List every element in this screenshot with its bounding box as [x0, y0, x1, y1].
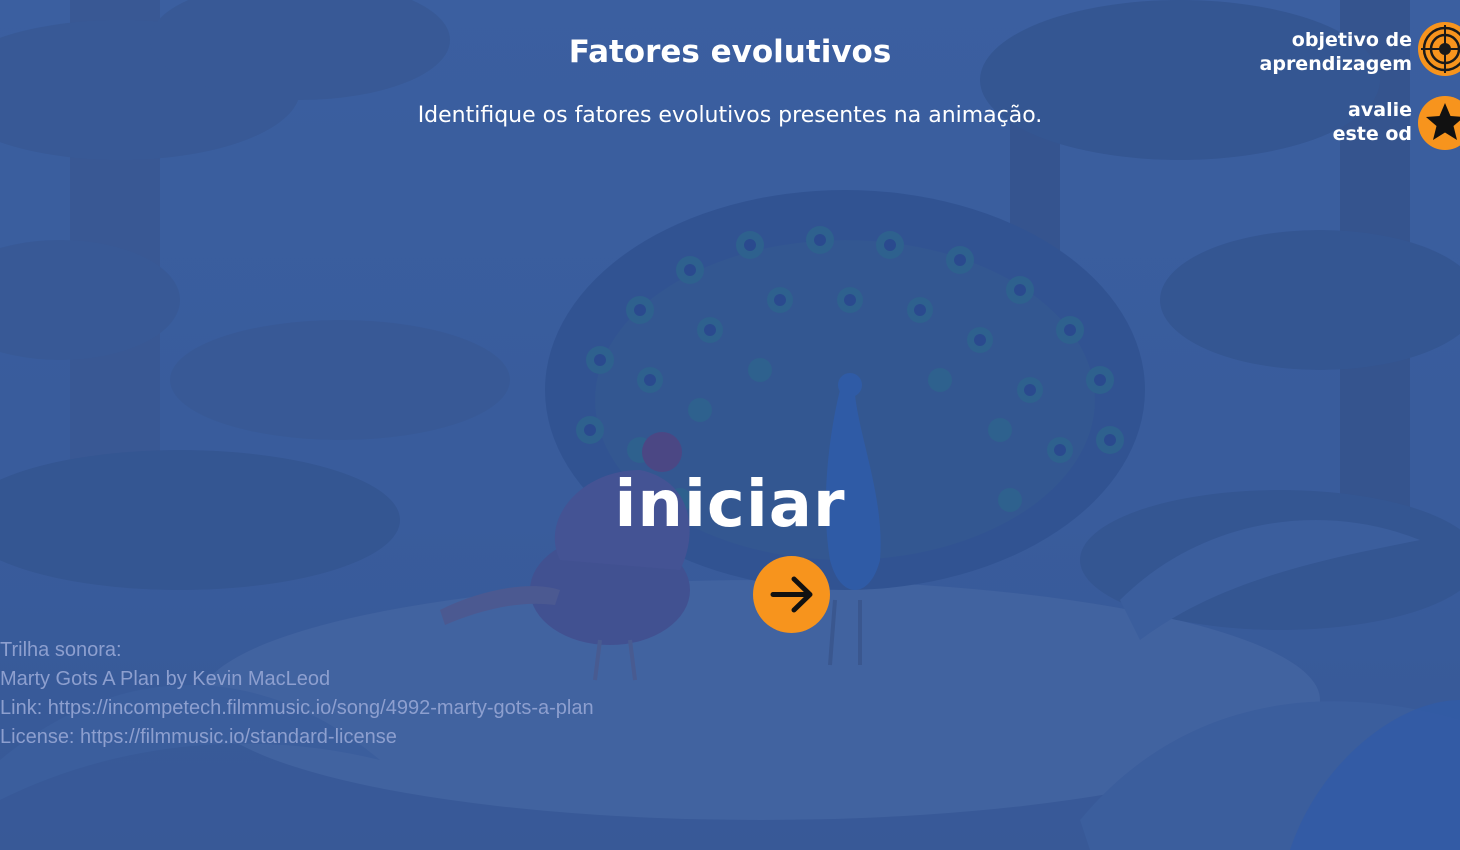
- credits-link: Link: https://incompetech.filmmusic.io/s…: [0, 697, 594, 719]
- page-subtitle: Identifique os fatores evolutivos presen…: [417, 103, 1043, 128]
- learning-objective-label-line1: objetivo de: [1291, 29, 1412, 51]
- learning-objective-link[interactable]: objetivo de aprendizagem: [1260, 28, 1412, 76]
- rate-od-label-line2: este od: [1332, 123, 1412, 145]
- credits-heading: Trilha sonora:: [0, 639, 122, 661]
- rate-od-label-line1: avalie: [1348, 99, 1412, 121]
- rate-od-link[interactable]: avalie este od: [1333, 98, 1412, 146]
- page-title: Fatores evolutivos: [568, 34, 892, 70]
- learning-objective-label-line2: aprendizagem: [1259, 53, 1412, 75]
- star-icon[interactable]: [1418, 96, 1460, 150]
- credits-track: Marty Gots A Plan by Kevin MacLeod: [0, 668, 331, 690]
- start-label: iniciar: [614, 468, 846, 542]
- target-icon[interactable]: [1418, 22, 1460, 76]
- credits-license: License: https://filmmusic.io/standard-l…: [0, 726, 397, 748]
- soundtrack-credits: Trilha sonora: Marty Gots A Plan by Kevi…: [0, 636, 594, 752]
- start-button[interactable]: [753, 556, 830, 633]
- arrow-right-icon: [770, 576, 813, 613]
